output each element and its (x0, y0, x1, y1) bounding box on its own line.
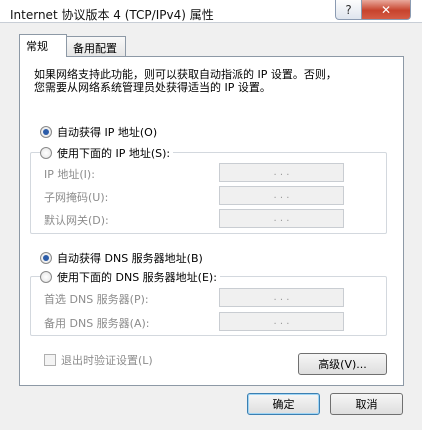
radio-auto-dns-label: 自动获得 DNS 服务器地址(B) (57, 252, 203, 265)
radio-auto-dns[interactable]: 自动获得 DNS 服务器地址(B) (40, 250, 203, 266)
validate-on-exit[interactable]: 退出时验证设置(L) (44, 352, 153, 368)
radio-manual-ip-label: 使用下面的 IP 地址(S): (57, 147, 171, 160)
subnet-mask-label: 子网掩码(U): (44, 191, 109, 204)
ip-address-label: IP 地址(I): (44, 168, 95, 181)
window-title: Internet 协议版本 4 (TCP/IPv4) 属性 (10, 8, 214, 22)
radio-manual-dns-label: 使用下面的 DNS 服务器地址(E): (57, 271, 217, 284)
validate-on-exit-label: 退出时验证设置(L) (61, 354, 153, 367)
checkbox[interactable] (44, 354, 56, 366)
ip-address-field[interactable]: . . . (219, 163, 344, 182)
radio-auto-ip-label: 自动获得 IP 地址(O) (57, 126, 158, 139)
radio-manual-dns[interactable]: 使用下面的 DNS 服务器地址(E): (40, 269, 220, 285)
cancel-button[interactable]: 取消 (330, 393, 403, 415)
close-button[interactable]: ✕ (361, 0, 411, 20)
alternate-dns-label: 备用 DNS 服务器(A): (44, 317, 150, 330)
radio-button-checked[interactable] (40, 252, 52, 264)
close-icon: ✕ (380, 2, 392, 17)
alternate-dns-field[interactable]: . . . (219, 312, 344, 331)
description-line: 您需要从网络系统管理员处获得适当的 IP 设置。 (34, 81, 271, 94)
description-line: 如果网络支持此功能，则可以获取自动指派的 IP 设置。否则， (34, 68, 337, 81)
tab-general[interactable]: 常规 (19, 34, 67, 57)
tab-alternate-config[interactable]: 备用配置 (66, 36, 126, 56)
default-gateway-label: 默认网关(D): (44, 214, 109, 227)
help-icon: ? (345, 2, 352, 17)
subnet-mask-field[interactable]: . . . (219, 186, 344, 205)
radio-button-checked[interactable] (40, 126, 52, 138)
preferred-dns-field[interactable]: . . . (219, 288, 344, 307)
help-button[interactable]: ? (335, 0, 362, 20)
default-gateway-field[interactable]: . . . (219, 209, 344, 228)
radio-button-unchecked[interactable] (40, 271, 52, 283)
radio-button-unchecked[interactable] (40, 147, 52, 159)
preferred-dns-label: 首选 DNS 服务器(P): (44, 293, 149, 306)
ok-button[interactable]: 确定 (247, 393, 320, 415)
radio-manual-ip[interactable]: 使用下面的 IP 地址(S): (40, 145, 174, 161)
radio-auto-ip[interactable]: 自动获得 IP 地址(O) (40, 124, 157, 140)
advanced-button[interactable]: 高级(V)... (298, 353, 387, 375)
description-text: 如果网络支持此功能，则可以获取自动指派的 IP 设置。否则， 您需要从网络系统管… (34, 68, 374, 94)
